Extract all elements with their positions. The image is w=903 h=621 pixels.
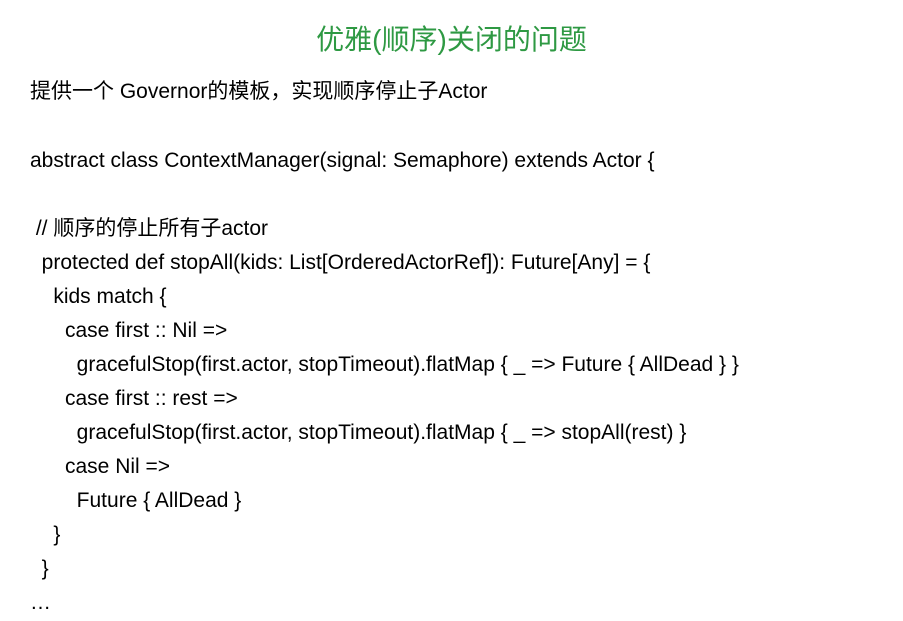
slide-description: 提供一个 Governor的模板，实现顺序停止子Actor bbox=[30, 76, 873, 108]
code-line-1: abstract class ContextManager(signal: Se… bbox=[30, 149, 654, 172]
code-block: abstract class ContextManager(signal: Se… bbox=[30, 144, 873, 620]
code-line-5: kids match { bbox=[30, 285, 167, 308]
code-line-4: protected def stopAll(kids: List[Ordered… bbox=[30, 251, 650, 274]
code-line-7: gracefulStop(first.actor, stopTimeout).f… bbox=[30, 353, 739, 376]
code-line-11: Future { AllDead } bbox=[30, 489, 241, 512]
code-line-9: gracefulStop(first.actor, stopTimeout).f… bbox=[30, 421, 686, 444]
slide-title: 优雅(顺序)关闭的问题 bbox=[30, 18, 873, 58]
code-line-3: // 顺序的停止所有子actor bbox=[30, 217, 268, 240]
code-line-8: case first :: rest => bbox=[30, 387, 238, 410]
code-line-14: … bbox=[30, 591, 51, 614]
code-line-10: case Nil => bbox=[30, 455, 170, 478]
code-line-12: } bbox=[30, 523, 60, 546]
code-line-6: case first :: Nil => bbox=[30, 319, 227, 342]
slide-container: 优雅(顺序)关闭的问题 提供一个 Governor的模板，实现顺序停止子Acto… bbox=[0, 0, 903, 620]
code-line-13: } bbox=[30, 557, 49, 580]
